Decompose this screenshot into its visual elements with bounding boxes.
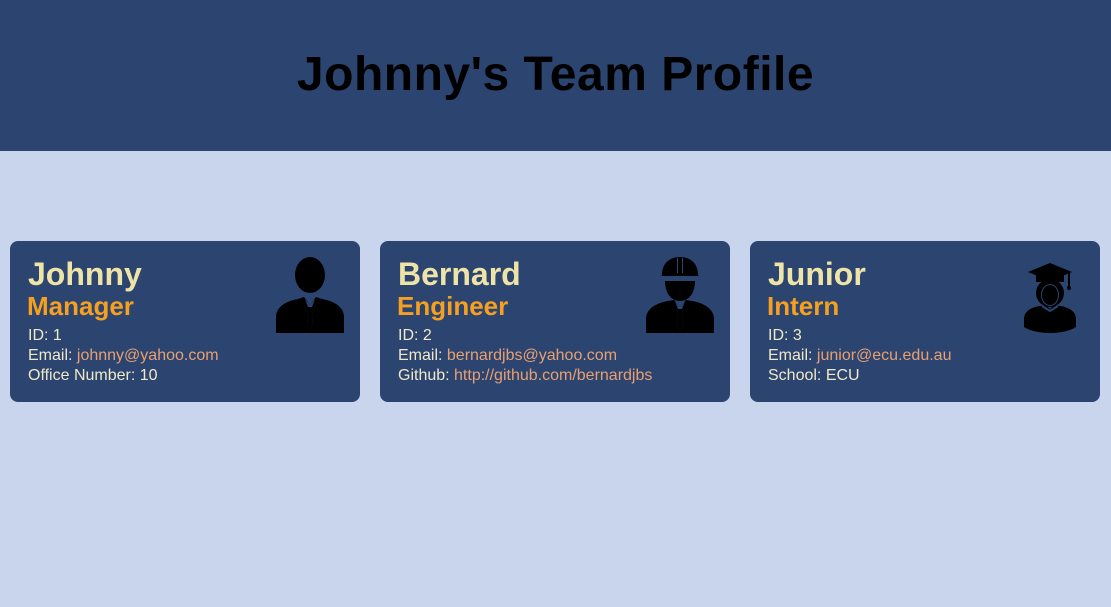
employee-card-engineer: Bernard Engineer ID: 2 Email: bernardjbs… [380,241,730,402]
school-line: School: ECU [768,367,860,384]
page-header: Johnny's Team Profile [0,0,1111,151]
employee-card-intern: Junior Intern ID: 3 Email: junior@ecu.ed… [750,241,1100,402]
github-line: Github: http://github.com/bernardjbs [398,367,653,384]
employee-card-manager: Johnny Manager ID: 1 Email: johnny@yahoo… [10,241,360,402]
manager-icon [274,255,346,333]
office-number-value: 10 [139,367,158,384]
email-link[interactable]: junior@ecu.edu.au [817,347,952,364]
email-link[interactable]: bernardjbs@yahoo.com [447,347,617,364]
email-link[interactable]: johnny@yahoo.com [77,347,219,364]
school-value: ECU [825,367,860,384]
employee-info: ID: 3 Email: junior@ecu.edu.au School: E… [768,326,1082,386]
id-value: 2 [422,327,432,344]
id-value: 3 [792,327,802,344]
page-title: Johnny's Team Profile [296,48,815,101]
email-line: Email: bernardjbs@yahoo.com [398,347,618,364]
graduate-icon [1020,255,1080,333]
engineer-icon [644,255,716,333]
employee-info: ID: 2 Email: bernardjbs@yahoo.com Github… [398,326,712,386]
github-link[interactable]: http://github.com/bernardjbs [454,367,652,384]
email-line: Email: johnny@yahoo.com [28,347,219,364]
id-value: 1 [52,327,62,344]
office-number-line: Office Number: 10 [28,367,158,384]
employee-info: ID: 1 Email: johnny@yahoo.com Office Num… [28,326,342,386]
email-line: Email: junior@ecu.edu.au [768,347,952,364]
